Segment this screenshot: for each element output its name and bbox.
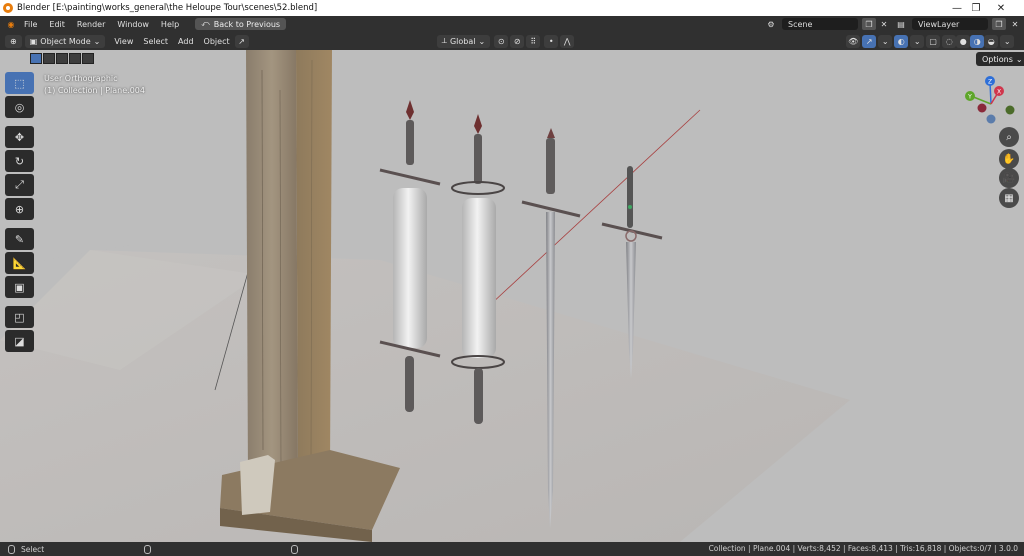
menu-help[interactable]: Help bbox=[155, 20, 185, 29]
orientation-icon: ⟂ bbox=[441, 36, 447, 45]
gizmo-neg-z-icon[interactable] bbox=[986, 114, 996, 124]
select-intersect-icon[interactable] bbox=[82, 53, 94, 64]
material-shading-icon[interactable]: ◑ bbox=[970, 34, 985, 48]
cursor-icon[interactable]: ◎ bbox=[5, 96, 34, 118]
gpencil-icon[interactable]: ↗ bbox=[234, 34, 249, 48]
selection-mode-group bbox=[30, 53, 94, 64]
gizmo-toggle-icon[interactable]: ↗ bbox=[862, 34, 877, 48]
window-title: Blender [E:\painting\works_general\the H… bbox=[17, 3, 318, 13]
measure-icon[interactable]: 📐 bbox=[5, 252, 34, 274]
select-subtract-icon[interactable] bbox=[56, 53, 68, 64]
mode-selector[interactable]: ▣ Object Mode ⌄ bbox=[24, 34, 106, 48]
solid-shading-icon[interactable]: ● bbox=[956, 34, 971, 48]
back-label: Back to Previous bbox=[213, 19, 281, 29]
move-icon[interactable]: ✥ bbox=[5, 126, 34, 148]
camera-icon[interactable]: 🎥 bbox=[999, 168, 1019, 188]
visibility-icon[interactable]: 👁 bbox=[846, 34, 861, 48]
mouse-right-icon bbox=[291, 544, 299, 554]
back-icon: ⤺ bbox=[201, 19, 210, 28]
new-view-layer-icon[interactable]: ❐ bbox=[992, 18, 1006, 30]
status-bar: Select Collection | Plane.004 | Verts:8,… bbox=[0, 542, 1024, 556]
view-name: User Orthographic bbox=[44, 74, 118, 83]
menu-select[interactable]: Select bbox=[138, 37, 173, 46]
menu-file[interactable]: File bbox=[18, 20, 43, 29]
menu-view[interactable]: View bbox=[109, 37, 138, 46]
view-layer-selector[interactable]: ViewLayer bbox=[912, 18, 988, 30]
gizmo-neg-x-icon[interactable] bbox=[977, 103, 987, 113]
back-to-previous-button[interactable]: ⤺ Back to Previous bbox=[195, 18, 287, 30]
chevron-down-icon: ⌄ bbox=[93, 36, 101, 46]
select-invert-icon[interactable] bbox=[69, 53, 81, 64]
menu-window[interactable]: Window bbox=[111, 20, 155, 29]
menu-edit[interactable]: Edit bbox=[43, 20, 71, 29]
overlays-dropdown-icon[interactable]: ⌄ bbox=[910, 34, 925, 48]
shear-icon[interactable]: ◰ bbox=[5, 306, 34, 328]
overlays-icon[interactable]: ◐ bbox=[894, 34, 909, 48]
select-new-icon[interactable] bbox=[30, 53, 42, 64]
viewport-header: ⊕ ▣ Object Mode ⌄ View Select Add Object… bbox=[0, 32, 1024, 50]
wireframe-shading-icon[interactable]: ◌ bbox=[942, 34, 957, 48]
options-button[interactable]: Options ⌄ bbox=[976, 52, 1024, 66]
tool-shelf: ⬚ ◎ ✥ ↻ ⤢ ⊕ ✎ 📐 ▣ ◰ ◪ bbox=[5, 72, 34, 352]
title-bar: Blender [E:\painting\works_general\the H… bbox=[0, 0, 1024, 16]
gizmo-z-label: Z bbox=[988, 79, 992, 86]
xray-icon[interactable]: ▢ bbox=[926, 34, 941, 48]
add-cube-icon[interactable]: ▣ bbox=[5, 276, 34, 298]
gizmo-y-label: Y bbox=[967, 94, 972, 101]
editor-type-icon: ⊕ bbox=[10, 36, 17, 46]
blender-logo-icon bbox=[3, 3, 13, 13]
view-layer-name: ViewLayer bbox=[918, 19, 960, 29]
select-extend-icon[interactable] bbox=[43, 53, 55, 64]
zoom-icon[interactable]: ⌕ bbox=[999, 127, 1019, 147]
gizmo-x-label: X bbox=[997, 89, 1001, 96]
pivot-point-icon[interactable]: ⊙ bbox=[494, 34, 509, 48]
menu-add[interactable]: Add bbox=[173, 37, 199, 46]
transform-orientation-selector[interactable]: ⟂ Global ⌄ bbox=[436, 34, 491, 48]
extrude-icon[interactable]: ◪ bbox=[5, 330, 34, 352]
scene-selector[interactable]: Scene bbox=[782, 18, 858, 30]
scene-icon[interactable]: ⚙ bbox=[764, 18, 778, 30]
remove-scene-icon[interactable]: ✕ bbox=[877, 18, 891, 30]
select-box-icon[interactable]: ⬚ bbox=[5, 72, 34, 94]
remove-view-layer-icon[interactable]: ✕ bbox=[1008, 18, 1022, 30]
chevron-down-icon: ⌄ bbox=[478, 36, 486, 46]
transform-icon[interactable]: ⊕ bbox=[5, 198, 34, 220]
scene-name: Scene bbox=[788, 19, 813, 29]
menu-object[interactable]: Object bbox=[199, 37, 235, 46]
scene-render bbox=[0, 50, 1024, 542]
menu-render[interactable]: Render bbox=[71, 20, 111, 29]
gizmo-neg-y-icon[interactable] bbox=[1005, 105, 1015, 115]
rendered-shading-icon[interactable]: ◒ bbox=[984, 34, 999, 48]
object-mode-icon: ▣ bbox=[29, 36, 38, 46]
viewport-info: User Orthographic (1) Collection | Plane… bbox=[44, 73, 145, 97]
gizmo-dropdown-icon[interactable]: ⌄ bbox=[878, 34, 893, 48]
mode-label: Object Mode bbox=[40, 36, 91, 46]
snap-icon[interactable]: ⊘ bbox=[510, 34, 525, 48]
navigation-gizmo[interactable]: Z Y X bbox=[962, 74, 1020, 128]
grid-icon[interactable]: ▦ bbox=[999, 188, 1019, 208]
chevron-down-icon: ⌄ bbox=[1015, 54, 1023, 64]
mouse-middle-icon bbox=[144, 544, 152, 554]
falloff-icon[interactable]: ⋀ bbox=[560, 34, 575, 48]
scale-icon[interactable]: ⤢ bbox=[5, 174, 34, 196]
proportional-edit-icon[interactable]: • bbox=[544, 34, 559, 48]
mouse-left-icon bbox=[8, 544, 15, 554]
status-left-action: Select bbox=[21, 544, 45, 554]
blender-menu-icon[interactable]: ◉ bbox=[4, 18, 18, 31]
hand-pan-icon[interactable]: ✋ bbox=[999, 149, 1019, 169]
scene-stats: Collection | Plane.004 | Verts:8,452 | F… bbox=[708, 544, 1018, 553]
close-button[interactable]: ✕ bbox=[978, 0, 1024, 16]
collection-info: (1) Collection | Plane.004 bbox=[44, 86, 145, 95]
shading-dropdown-icon[interactable]: ⌄ bbox=[1000, 34, 1015, 48]
snap-target-icon[interactable]: ⠿ bbox=[526, 34, 541, 48]
editor-type-button[interactable]: ⊕ bbox=[5, 34, 22, 48]
3d-viewport[interactable]: User Orthographic (1) Collection | Plane… bbox=[0, 50, 1024, 542]
orientation-label: Global bbox=[449, 36, 476, 46]
options-label: Options bbox=[982, 54, 1013, 64]
view-layer-icon[interactable]: ▤ bbox=[894, 18, 908, 30]
rotate-icon[interactable]: ↻ bbox=[5, 150, 34, 172]
new-scene-icon[interactable]: ❐ bbox=[862, 18, 876, 30]
annotate-icon[interactable]: ✎ bbox=[5, 228, 34, 250]
